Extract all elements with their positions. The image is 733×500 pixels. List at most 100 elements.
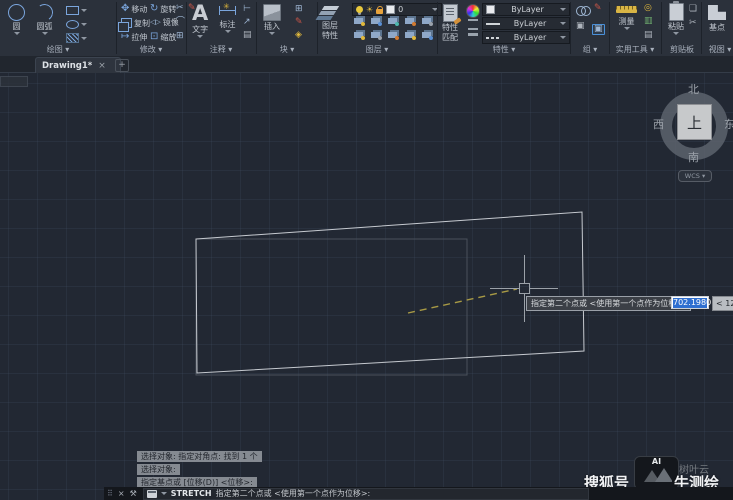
block-def-icon: ◈: [295, 31, 302, 40]
dimension-button[interactable]: ✳ 标注: [219, 6, 236, 33]
move-button[interactable]: ✥移动: [121, 4, 147, 14]
viewport-control-clipped[interactable]: [0, 76, 28, 87]
dim-star-icon: ✳: [223, 2, 230, 11]
layer-thaw-sun-icon: ☀: [366, 6, 373, 14]
lineweight-sample: [486, 23, 500, 25]
recent-commands-icon[interactable]: [147, 490, 157, 498]
paste-button[interactable]: 粘贴: [668, 3, 684, 35]
viewcube-top-face[interactable]: 上: [677, 104, 712, 140]
chevron-down-icon: [624, 27, 630, 30]
calculator-button[interactable]: ▤: [644, 31, 653, 40]
table-button[interactable]: ▤: [243, 31, 252, 40]
tab-close-icon[interactable]: ×: [98, 61, 106, 71]
layer-properties-button[interactable]: 图层 特性: [322, 6, 338, 40]
chevron-down-icon: [673, 32, 679, 35]
scale-button[interactable]: ⊡缩放: [150, 32, 176, 42]
table-icon: ▤: [243, 31, 252, 40]
text-icon: A: [192, 2, 208, 24]
dynamic-input-field[interactable]: 702.1980: [671, 296, 709, 309]
layer-select[interactable]: ☀ 0: [352, 3, 442, 16]
layer-tools-row2[interactable]: [354, 32, 431, 38]
viewcube-south[interactable]: 南: [688, 149, 699, 165]
viewcube-west[interactable]: 西: [653, 116, 664, 132]
group-button[interactable]: [576, 6, 590, 15]
panel-label-clipboard[interactable]: 剪贴板: [662, 44, 702, 55]
panel-label-draw[interactable]: 绘图 ▾: [20, 44, 96, 55]
id-point-button[interactable]: ▥: [644, 17, 653, 26]
move-icon: ✥: [121, 4, 129, 14]
command-input[interactable]: STRETCH 指定第二个点或 <使用第一个点作为位移>:: [143, 488, 589, 500]
chevron-down-icon: [42, 32, 48, 35]
insert-block-button[interactable]: 插入: [263, 4, 281, 35]
layer-tool-icon: [388, 18, 397, 24]
basepoint-button[interactable]: 基点: [708, 5, 726, 32]
ellipse-button[interactable]: [66, 20, 87, 29]
color-wheel-icon: [466, 4, 480, 18]
drawing-canvas[interactable]: [0, 73, 733, 500]
viewcube-north[interactable]: 北: [688, 81, 699, 97]
tab-drawing1[interactable]: Drawing1* ×: [35, 57, 121, 73]
rotate-button[interactable]: ↻旋转: [150, 4, 176, 14]
chevron-down-icon: [560, 8, 566, 11]
block-attr-button[interactable]: ✎: [295, 18, 303, 27]
layer-tool-icon: [371, 18, 380, 24]
block-edit-button[interactable]: ⊞: [295, 5, 303, 14]
object-color-select[interactable]: ByLayer: [482, 3, 570, 16]
panel-label-layer[interactable]: 图层 ▾: [340, 44, 414, 55]
leader-button[interactable]: ↗: [243, 18, 251, 27]
file-tab-bar: Drawing1* × +: [0, 56, 733, 73]
grip-dots-icon[interactable]: ⠿: [107, 489, 113, 498]
arc-button[interactable]: 圆弧: [36, 4, 53, 35]
hatch-button[interactable]: [66, 33, 87, 43]
dim-linear-button[interactable]: ⊢: [243, 5, 251, 14]
fillet-icon: ⌒: [176, 18, 185, 27]
panel-label-view[interactable]: 视图 ▾: [703, 44, 733, 55]
chevron-down-icon: [560, 36, 566, 39]
layer-tools-row1[interactable]: [354, 18, 431, 24]
chevron-down-icon: [81, 9, 87, 12]
measure-button[interactable]: 测量: [616, 6, 637, 30]
wcs-dropdown[interactable]: WCS ▾: [678, 170, 712, 182]
array-icon: ⊞: [176, 32, 184, 41]
cut-clip-button[interactable]: ✂: [689, 19, 697, 28]
close-command-icon[interactable]: ×: [118, 489, 125, 498]
group-selection-toggle[interactable]: ▣: [592, 24, 605, 35]
group-edit-button[interactable]: ✎: [594, 4, 602, 13]
panel-label-utilities[interactable]: 实用工具 ▾: [608, 44, 662, 55]
viewcube-east[interactable]: 东: [724, 116, 733, 132]
linetype-icon: [468, 19, 478, 30]
layer-tool-icon: [422, 32, 431, 38]
layer-tool-icon: [354, 32, 363, 38]
paste-clipboard-icon: [669, 3, 684, 21]
mirror-button[interactable]: ◁▷镜像: [150, 18, 179, 27]
viewcube-top-label: 上: [687, 112, 702, 133]
array-button[interactable]: ⊞: [176, 32, 184, 41]
panel-label-block[interactable]: 块 ▾: [258, 44, 316, 55]
lineweight-icon: [468, 33, 478, 36]
block-def-button[interactable]: ◈: [295, 31, 302, 40]
panel-divider: [256, 2, 257, 54]
text-button[interactable]: A 文字: [192, 2, 208, 38]
rectangle-button[interactable]: [66, 6, 87, 15]
customize-wrench-icon[interactable]: ⚒: [130, 489, 137, 498]
new-tab-button[interactable]: +: [115, 59, 129, 72]
copy-clip-button[interactable]: ❏: [689, 5, 697, 14]
fillet-button[interactable]: ⌒: [176, 18, 185, 27]
circle-button[interactable]: 圆: [8, 4, 25, 35]
match-properties-button[interactable]: 特性 匹配: [442, 4, 458, 42]
panel-label-properties[interactable]: 特性 ▾: [467, 44, 541, 55]
ruler-icon: [616, 6, 637, 13]
linetype-select[interactable]: ByLayer: [482, 31, 570, 44]
trim-button[interactable]: ✂: [176, 4, 184, 13]
panel-label-annotate[interactable]: 注释 ▾: [188, 44, 254, 55]
copy-button[interactable]: 复制: [121, 18, 150, 28]
panel-label-modify[interactable]: 修改 ▾: [117, 44, 185, 55]
mirror-icon: ◁▷: [150, 18, 161, 27]
panel-label-group[interactable]: 组 ▾: [572, 44, 608, 55]
ungroup-button[interactable]: ▣: [576, 22, 585, 31]
stretch-button[interactable]: ↦拉伸: [121, 32, 147, 42]
chevron-down-icon: [560, 22, 566, 25]
dynamic-input-angle[interactable]: < 12: [712, 296, 733, 311]
quick-select-button[interactable]: ◎: [644, 4, 652, 13]
lineweight-select[interactable]: ByLayer: [482, 17, 570, 30]
